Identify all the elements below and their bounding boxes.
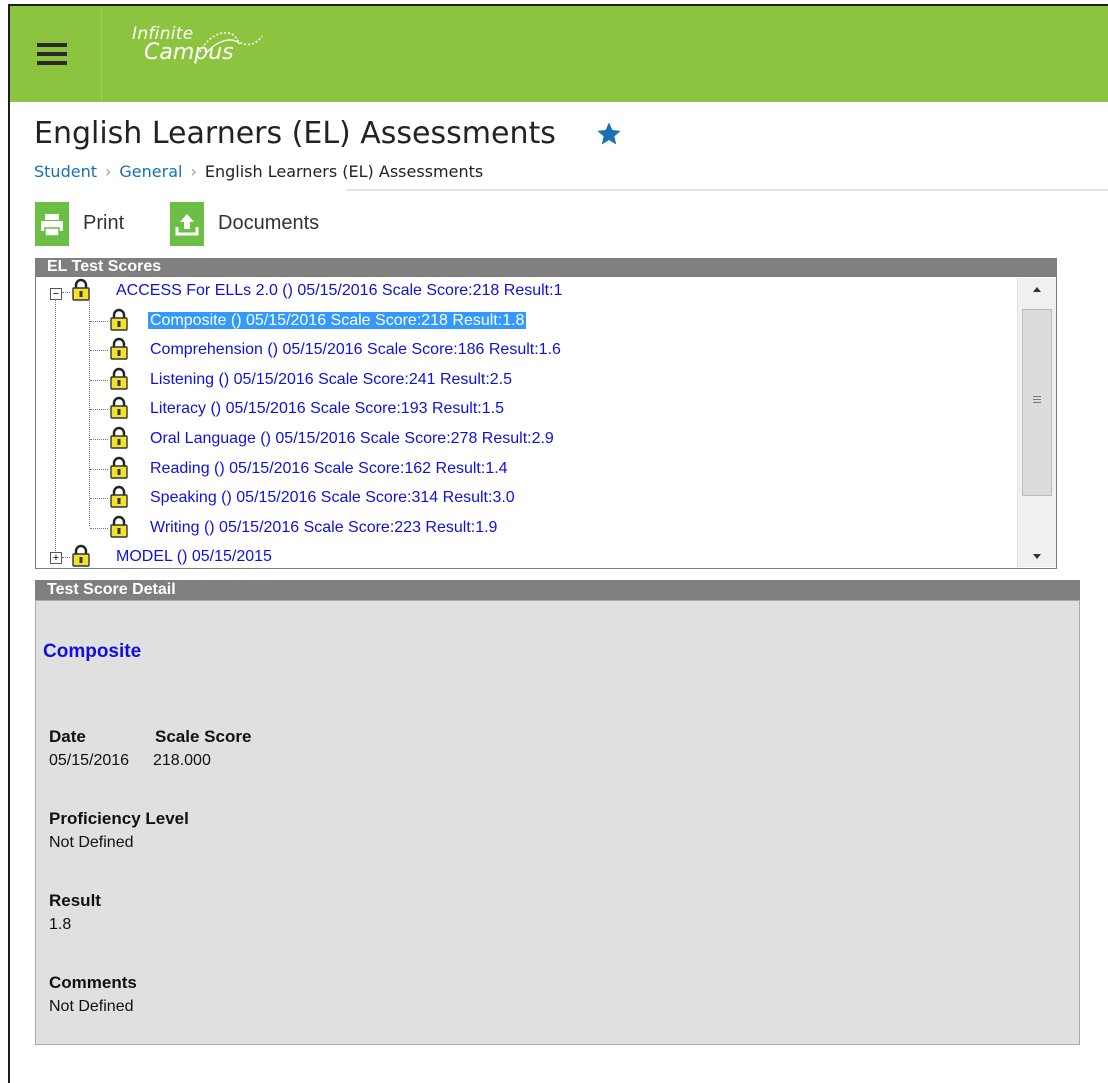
tree-item-label: Writing () 05/15/2016 Scale Score:223 Re…	[150, 518, 498, 536]
lock-icon	[108, 426, 130, 450]
tree-item-label: Literacy () 05/15/2016 Scale Score:193 R…	[150, 400, 504, 418]
tree-connector-line	[90, 439, 108, 440]
tree-item-label: MODEL () 05/15/2015	[116, 548, 272, 566]
proficiency-level-label: Proficiency Level	[49, 809, 189, 828]
tree-connector-line	[62, 557, 70, 559]
scroll-down-button[interactable]	[1018, 546, 1056, 566]
lock-icon	[108, 485, 130, 509]
app-frame: Infinite Campus English Learners (EL) As…	[8, 4, 1108, 1083]
lock-icon	[108, 515, 130, 539]
tree-item-label: Listening () 05/15/2016 Scale Score:241 …	[150, 370, 513, 388]
hamburger-icon-bar	[37, 43, 67, 47]
el-test-scores-header: EL Test Scores	[35, 258, 1057, 276]
result-value: 1.8	[49, 916, 72, 933]
expand-node-toggle[interactable]: +	[50, 552, 62, 565]
tree-item-oral-language[interactable]: Oral Language () 05/15/2016 Scale Score:…	[148, 425, 556, 453]
tree-item-listening[interactable]: Listening () 05/15/2016 Scale Score:241 …	[148, 366, 514, 394]
tree-connector-line	[89, 301, 90, 526]
scale-score-label: Scale Score	[155, 727, 252, 746]
collapse-node-toggle[interactable]: −	[50, 288, 62, 300]
menu-toggle-button[interactable]	[10, 6, 102, 102]
tree-connector-line	[90, 498, 108, 500]
breadcrumb-student-link[interactable]: Student	[34, 162, 97, 181]
tree-connector-line	[90, 320, 108, 322]
el-test-scores-tree: − ACCESS For ELLs 2.0 () 05/15/2016 Scale…	[35, 276, 1057, 569]
test-score-detail-header: Test Score Detail	[35, 580, 1080, 600]
tree-item-label: Reading () 05/15/2016 Scale Score:162 Re…	[150, 459, 508, 477]
result-label: Result	[49, 891, 101, 910]
scroll-down-arrow-icon	[1033, 554, 1041, 559]
tree-scrollbar[interactable]	[1017, 278, 1056, 567]
tree-connector-line	[90, 379, 108, 381]
date-value: 05/15/2016	[49, 752, 130, 769]
print-icon	[35, 202, 69, 246]
tree-item-label: Composite () 05/15/2016 Scale Score:218 …	[148, 311, 527, 329]
date-label: Date	[49, 727, 86, 746]
lock-icon	[108, 367, 130, 391]
tree-item-label: ACCESS For ELLs 2.0 () 05/15/2016 Scale …	[116, 282, 563, 299]
tree-item-writing[interactable]: Writing () 05/15/2016 Scale Score:223 Re…	[148, 514, 499, 542]
comments-label: Comments	[49, 973, 137, 992]
header-divider	[346, 189, 1108, 191]
tree-item-literacy[interactable]: Literacy () 05/15/2016 Scale Score:193 R…	[148, 395, 506, 423]
hamburger-icon-bar	[37, 52, 67, 56]
breadcrumb: Student › General › English Learners (EL) As…	[34, 162, 483, 181]
favorite-star-icon[interactable]	[595, 120, 623, 148]
breadcrumb-current: English Learners (EL) Assessments	[204, 162, 484, 181]
documents-button[interactable]: Documents	[170, 202, 360, 248]
breadcrumb-separator-icon: ›	[190, 162, 197, 181]
lock-icon	[108, 308, 130, 332]
tree-connector-line	[90, 527, 108, 529]
tree-connector-line	[90, 468, 108, 470]
scroll-grip-icon	[1033, 396, 1041, 403]
tree-item-speaking[interactable]: Speaking () 05/15/2016 Scale Score:314 R…	[148, 484, 517, 512]
tree-connector-line	[90, 350, 108, 352]
tree-connector-line	[55, 299, 56, 558]
lock-icon	[108, 456, 130, 480]
breadcrumb-separator-icon: ›	[104, 162, 112, 181]
tree-item-comprehension[interactable]: Comprehension () 05/15/2016 Scale Score:…	[148, 336, 563, 364]
tree-item-label: Speaking () 05/15/2016 Scale Score:314 R…	[150, 489, 515, 507]
comments-value: Not Defined	[49, 998, 134, 1015]
tree-item-label: Comprehension () 05/15/2016 Scale Score:…	[150, 341, 561, 359]
test-score-detail-panel: Composite Date Scale Score 05/15/2016 21…	[35, 600, 1080, 1045]
lock-icon	[70, 278, 92, 302]
upload-icon	[170, 202, 204, 246]
proficiency-level-value: Not Defined	[49, 834, 134, 851]
tree-connector-line	[62, 292, 70, 293]
hamburger-icon-bar	[37, 61, 67, 65]
print-label: Print	[83, 212, 125, 234]
print-button[interactable]: Print	[35, 202, 145, 248]
tree-item-composite[interactable]: Composite () 05/15/2016 Scale Score:218 …	[148, 307, 527, 335]
infinite-campus-logo[interactable]: Infinite Campus	[132, 24, 263, 65]
tree-item-model[interactable]: MODEL () 05/15/2015	[114, 543, 274, 568]
scroll-up-button[interactable]	[1018, 278, 1056, 298]
tree-item-label: Oral Language () 05/15/2016 Scale Score:…	[150, 430, 554, 447]
lock-icon	[108, 337, 130, 361]
breadcrumb-general-link[interactable]: General	[119, 162, 182, 181]
logo-swoosh-icon	[199, 31, 263, 57]
detail-test-name: Composite	[43, 641, 142, 662]
scroll-up-arrow-icon	[1033, 287, 1041, 292]
tree-connector-line	[90, 409, 108, 411]
tree-item-access-for-ells[interactable]: ACCESS For ELLs 2.0 () 05/15/2016 Scale …	[114, 277, 564, 305]
documents-label: Documents	[218, 212, 320, 234]
lock-icon	[108, 396, 130, 420]
scroll-thumb[interactable]	[1022, 309, 1052, 496]
scale-score-value: 218.000	[153, 752, 211, 769]
tree-item-reading[interactable]: Reading () 05/15/2016 Scale Score:162 Re…	[148, 455, 510, 483]
lock-icon	[70, 544, 92, 568]
page-title: English Learners (EL) Assessments	[34, 116, 556, 151]
top-navigation-bar: Infinite Campus	[10, 6, 1108, 102]
